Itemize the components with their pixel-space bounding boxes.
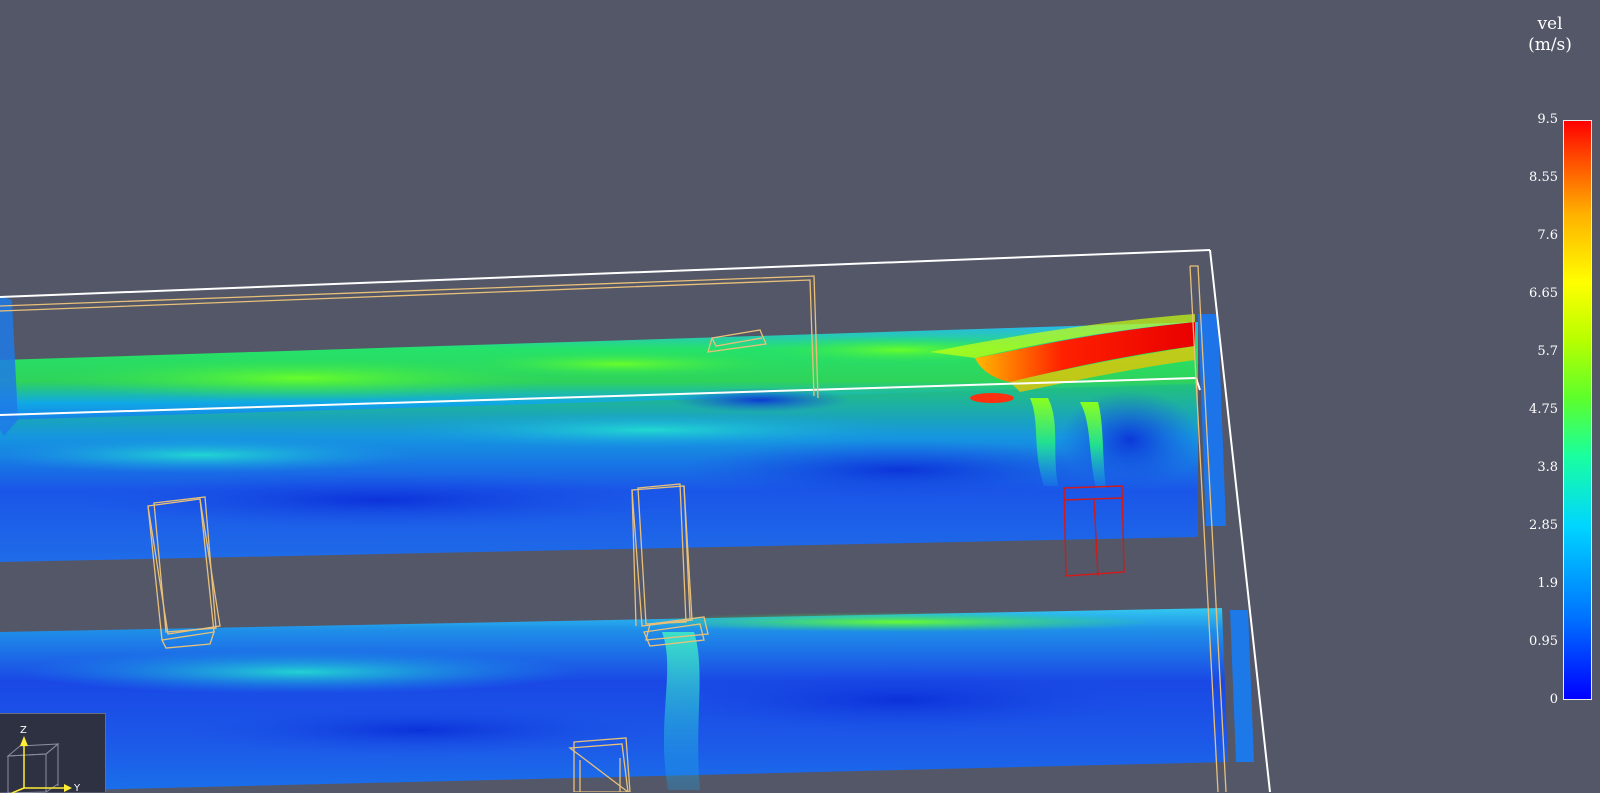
flow-feature xyxy=(640,666,1160,734)
flow-feature xyxy=(80,472,680,528)
colorbar-title-variable: vel xyxy=(1537,14,1563,34)
colorbar-legend: vel (m/s) 9.5 8.55 7.6 6.65 5.7 4.75 3.8 2.85 1.… xyxy=(1500,10,1600,730)
orientation-axes-widget[interactable]: Z Y xyxy=(0,713,106,793)
colorbar-gradient xyxy=(1563,120,1592,700)
flow-feature xyxy=(20,650,580,694)
side-strip xyxy=(1230,610,1254,762)
colorbar-tick-label: 7.6 xyxy=(1537,228,1558,243)
z-axis-label: Z xyxy=(20,725,27,736)
flow-feature xyxy=(450,350,790,378)
colorbar-tick-label: 6.65 xyxy=(1529,286,1558,301)
upper-velocity-slice xyxy=(0,296,1226,562)
render-viewport[interactable]: vel (m/s) 9.5 8.55 7.6 6.65 5.7 4.75 3.8 2.85 1.… xyxy=(0,0,1600,793)
lower-plume xyxy=(662,632,700,790)
z-axis-arrow xyxy=(20,736,28,788)
colorbar-tick-label: 8.55 xyxy=(1529,170,1558,185)
colorbar-tick-label: 0 xyxy=(1549,692,1558,707)
flow-feature xyxy=(0,437,420,473)
orientation-cube xyxy=(6,743,60,793)
colorbar-tick-label: 3.8 xyxy=(1537,460,1558,475)
colorbar-title: vel (m/s) xyxy=(1500,14,1600,56)
velocity-slice-render[interactable] xyxy=(0,0,1600,792)
colorbar-tick-label: 9.5 xyxy=(1537,112,1558,127)
flow-feature xyxy=(180,704,660,756)
hot-spot xyxy=(970,393,1014,403)
flow-feature xyxy=(640,612,1160,632)
colorbar-tick-label: 5.7 xyxy=(1537,344,1558,359)
colorbar-tick-label: 2.85 xyxy=(1529,518,1558,533)
flow-feature xyxy=(1060,390,1200,490)
colorbar-tick-label: 0.95 xyxy=(1529,634,1558,649)
colorbar-title-units: (m/s) xyxy=(1528,35,1572,55)
colorbar-tick-label: 4.75 xyxy=(1529,402,1558,417)
colorbar-tick-label: 1.9 xyxy=(1537,576,1558,591)
